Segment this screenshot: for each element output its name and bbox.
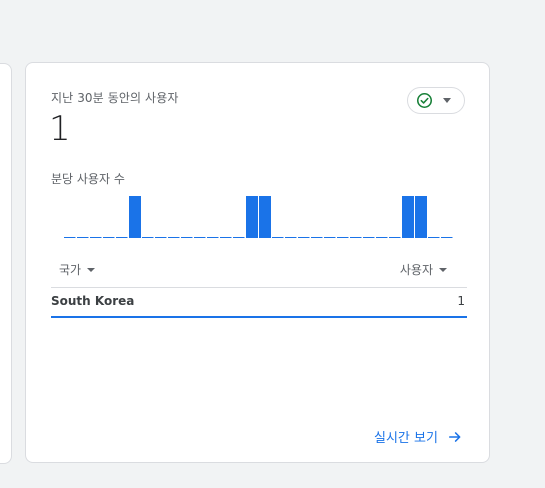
chart-bar-empty[interactable] (428, 237, 440, 238)
sort-caret-icon (87, 267, 96, 272)
table-header: 국가 사용자 (51, 259, 467, 288)
column-header-users-label: 사용자 (399, 263, 433, 277)
chart-bar-empty[interactable] (181, 237, 193, 238)
column-header-country-label: 국가 (59, 263, 82, 277)
user-count: 1 (49, 109, 71, 149)
chart-bar-empty[interactable] (389, 237, 401, 238)
chart-bar-empty[interactable] (376, 237, 388, 238)
chart-bar-empty[interactable] (441, 237, 453, 238)
chart-bar[interactable] (129, 196, 141, 238)
chart-bar-empty[interactable] (207, 237, 219, 238)
column-header-country[interactable]: 국가 (59, 261, 96, 278)
check-circle-icon (416, 92, 433, 109)
chart-bar-empty[interactable] (220, 237, 232, 238)
users-per-minute-chart (64, 196, 453, 238)
chevron-down-icon (443, 98, 451, 103)
chart-bar-empty[interactable] (324, 237, 336, 238)
chart-bar-empty[interactable] (116, 237, 128, 238)
chart-bar-empty[interactable] (363, 237, 375, 238)
chart-bar-empty[interactable] (77, 237, 89, 238)
chart-bar[interactable] (259, 196, 271, 238)
card-title: 지난 30분 동안의 사용자 (51, 91, 179, 105)
chart-bar[interactable] (246, 196, 258, 238)
arrow-right-icon (448, 430, 462, 444)
chart-bar-empty[interactable] (194, 237, 206, 238)
sort-caret-icon (439, 267, 447, 272)
view-realtime-link[interactable]: 실시간 보기 (374, 427, 462, 446)
chart-bar-empty[interactable] (90, 237, 102, 238)
view-realtime-label: 실시간 보기 (374, 431, 438, 446)
row-country: South Korea (51, 294, 135, 308)
status-dropdown[interactable] (407, 87, 465, 114)
column-header-users[interactable]: 사용자 (400, 261, 447, 278)
chart-bar-empty[interactable] (337, 237, 349, 238)
chart-bar-empty[interactable] (272, 237, 284, 238)
chart-bar[interactable] (415, 196, 427, 238)
chart-label: 분당 사용자 수 (51, 172, 125, 186)
realtime-users-card: 지난 30분 동안의 사용자 1 분당 사용자 수 국가 사용자 South K… (25, 62, 490, 463)
row-users: 1 (457, 294, 465, 308)
adjacent-card (0, 63, 12, 464)
chart-bar-empty[interactable] (64, 237, 76, 238)
chart-bar-empty[interactable] (311, 237, 323, 238)
chart-bar-empty[interactable] (168, 237, 180, 238)
chart-bar-empty[interactable] (155, 237, 167, 238)
chart-bar-empty[interactable] (350, 237, 362, 238)
chart-bar-empty[interactable] (285, 237, 297, 238)
table-row[interactable]: South Korea 1 (51, 288, 467, 318)
chart-bar-empty[interactable] (298, 237, 310, 238)
chart-bar-empty[interactable] (142, 237, 154, 238)
chart-bar-empty[interactable] (103, 237, 115, 238)
chart-bar[interactable] (402, 196, 414, 238)
chart-bar-empty[interactable] (233, 237, 245, 238)
